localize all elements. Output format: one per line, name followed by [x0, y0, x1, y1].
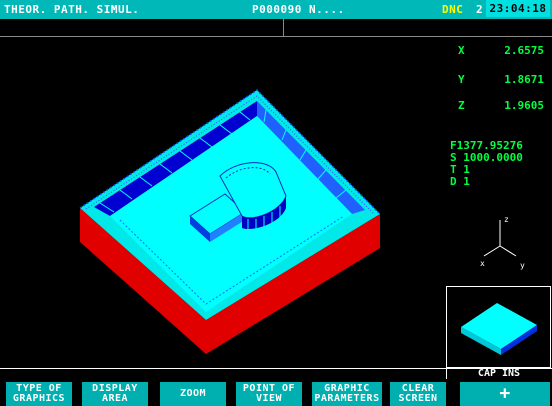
softkey-display-area[interactable]: DISPLAY AREA [82, 382, 148, 406]
softkey-clear-screen[interactable]: CLEAR SCREEN [390, 382, 446, 406]
workpiece-preview[interactable] [446, 286, 551, 368]
program-label: P000090 N.... [252, 3, 345, 16]
feed-readout: F1377.95276 [450, 139, 523, 152]
spindle-readout: S 1000.0000 [450, 151, 523, 164]
y-axis-value: 1.8671 [504, 73, 544, 86]
x-axis-value: 2.6575 [504, 44, 544, 57]
softkey-label: AREA [101, 393, 129, 404]
softkey-label: VIEW [255, 393, 283, 404]
axis-triad-icon: z x y [480, 215, 525, 270]
triad-y-label: y [520, 261, 525, 270]
dnc-indicator: DNC [442, 3, 464, 16]
preview-block-icon [461, 303, 537, 355]
z-axis-label: Z [458, 99, 465, 112]
clock: 23:04:18 [486, 0, 550, 17]
title-bar: THEOR. PATH. SIMUL. P000090 N.... DNC 2 … [0, 0, 552, 19]
cnc-screen: THEOR. PATH. SIMUL. P000090 N.... DNC 2 … [0, 0, 552, 406]
mode-label: THEOR. PATH. SIMUL. [4, 3, 140, 16]
channel-number: 2 [476, 3, 484, 16]
softkey-type-of-graphics[interactable]: TYPE OF GRAPHICS [6, 382, 72, 406]
triad-x-label: x [480, 259, 485, 268]
z-axis-value: 1.9605 [504, 99, 544, 112]
offset-readout: D 1 [450, 175, 470, 188]
y-axis-label: Y [458, 73, 465, 86]
bottom-divider [0, 368, 552, 369]
y-axis-readout: Y 1.8671 [446, 73, 552, 87]
softkey-bar: TYPE OF GRAPHICS DISPLAY AREA ZOOM POINT… [0, 380, 552, 406]
x-axis-label: X [458, 44, 465, 57]
message-line-separator [283, 19, 284, 36]
tool-readout: T 1 [450, 163, 470, 176]
softkey-point-of-view[interactable]: POINT OF VIEW [236, 382, 302, 406]
caps-insert-indicator: CAP INS [446, 368, 551, 379]
triad-z-label: z [504, 215, 509, 224]
softkey-label: PARAMETERS [314, 393, 380, 404]
x-axis-readout: X 2.6575 [446, 44, 552, 58]
softkey-more[interactable]: + [460, 382, 550, 406]
softkey-zoom[interactable]: ZOOM [160, 382, 226, 406]
softkey-label: GRAPHICS [12, 393, 66, 404]
z-axis-readout: Z 1.9605 [446, 99, 552, 113]
simulation-view[interactable] [0, 36, 440, 366]
softkey-label: ZOOM [179, 388, 207, 399]
softkey-graphic-parameters[interactable]: GRAPHIC PARAMETERS [312, 382, 382, 406]
plus-icon: + [499, 383, 511, 404]
softkey-label: SCREEN [398, 393, 438, 404]
